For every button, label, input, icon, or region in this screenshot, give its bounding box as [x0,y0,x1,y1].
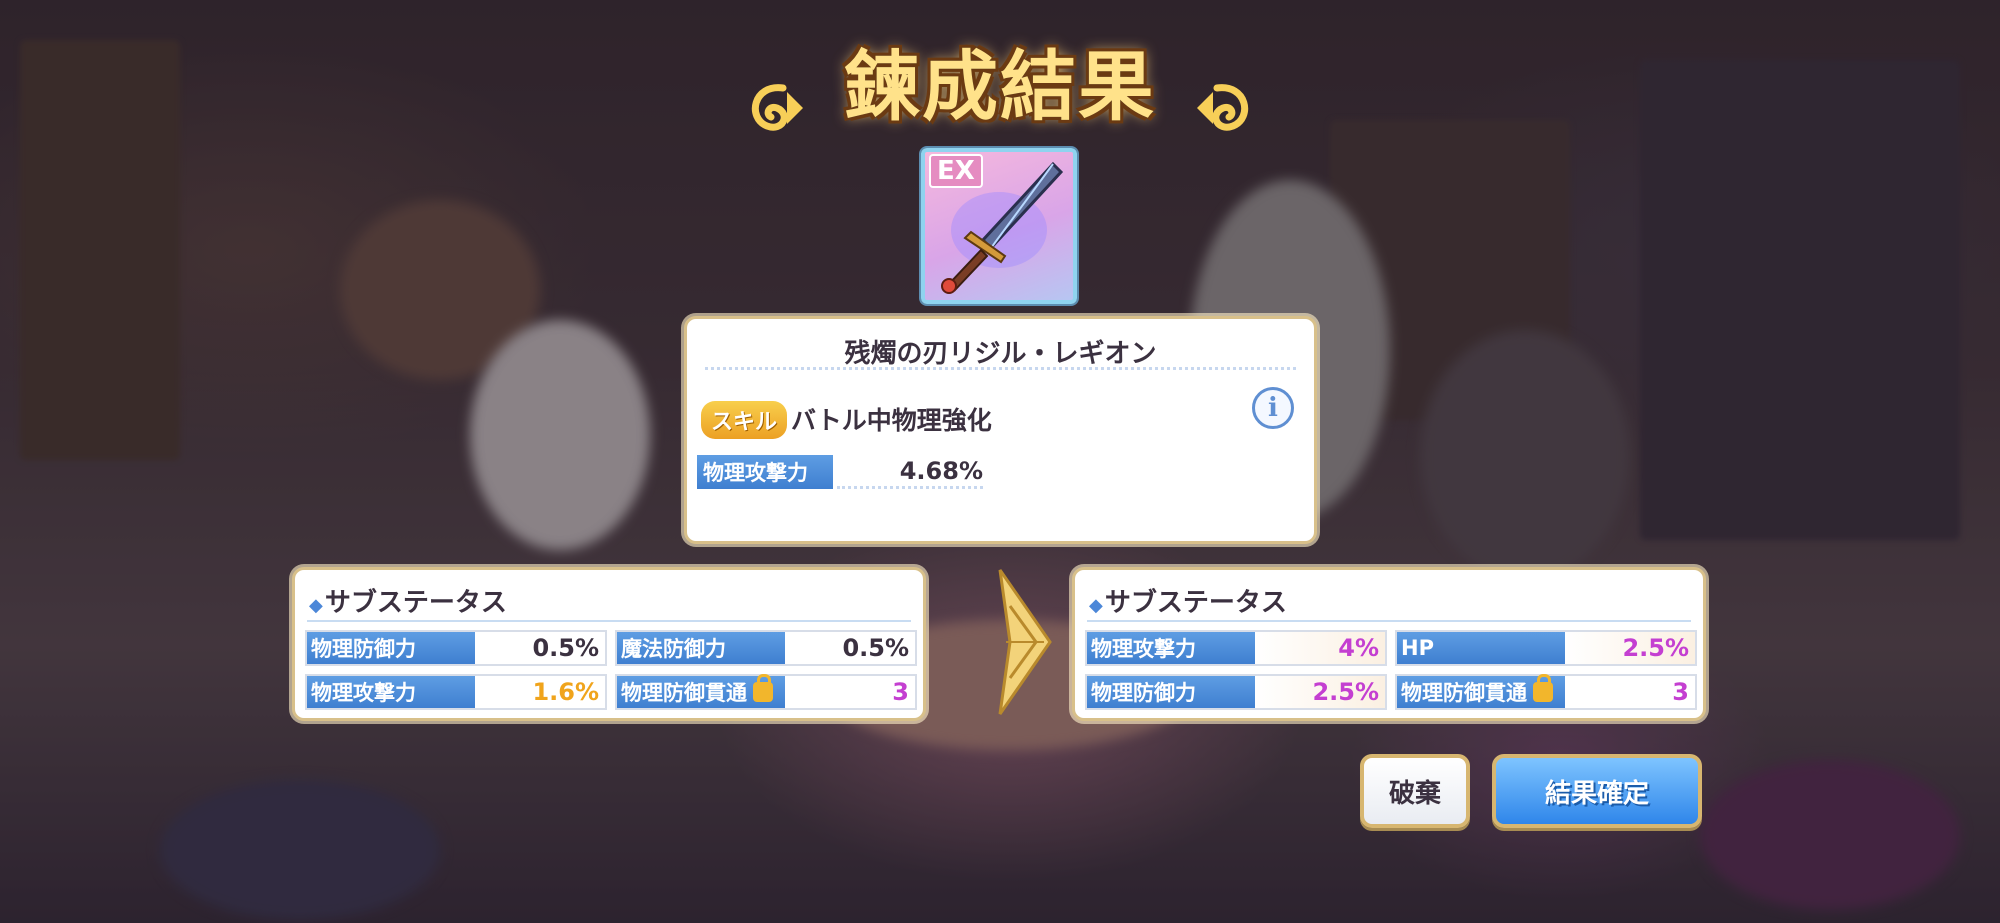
stat-row: 物理防御力 0.5% [305,630,607,666]
main-stat-value: 4.68% [837,455,983,489]
stat-value: 3 [892,678,909,706]
stat-label: 物理攻撃力 [307,676,475,708]
stat-label: 物理防御貫通 [617,674,785,708]
sub-status-heading: ◆サブステータス [1089,588,1287,618]
equipment-name: 残燭の刃リジル・レギオン [844,339,1157,369]
ornament-left-icon [751,84,803,131]
stat-value: 0.5% [842,634,909,662]
stat-row: 魔法防御力 0.5% [615,630,917,666]
stat-value: 3 [1672,678,1689,706]
stat-row: 物理防御力 2.5% [1085,674,1387,710]
stat-label: 魔法防御力 [617,632,785,664]
title-text: 鍊成結果 [844,42,1156,131]
result-title: 鍊成結果 [745,30,1255,131]
stat-row: HP 2.5% [1395,630,1697,666]
skill-name: バトル中物理強化 [791,406,992,435]
main-stat-label: 物理攻撃力 [697,455,833,489]
discard-button[interactable]: 破棄 [1360,754,1470,828]
stat-label: 物理防御貫通 [1397,674,1565,708]
sub-status-heading: ◆サブステータス [309,588,507,618]
diamond-icon: ◆ [309,595,323,616]
info-icon: i [1268,393,1278,423]
stat-row: 物理防御貫通 3 [615,674,917,710]
skill-badge: スキル [701,401,788,439]
stat-label: 物理防御力 [307,632,475,664]
stat-label: 物理攻撃力 [1087,632,1255,664]
stat-value: 2.5% [1312,678,1379,706]
stat-row: 物理防御貫通 3 [1395,674,1697,710]
stat-value: 4% [1338,634,1379,662]
sub-status-before-panel: ◆サブステータス 物理防御力 0.5% 魔法防御力 0.5% 物理攻撃力 1.6… [292,567,926,721]
stat-label: 物理防御力 [1087,676,1255,708]
lock-icon [753,674,773,702]
equipment-icon[interactable]: EX [921,148,1077,304]
ornament-right-icon [1197,84,1249,131]
sub-status-after-panel: ◆サブステータス 物理攻撃力 4% HP 2.5% 物理防御力 2.5% 物理防… [1072,567,1706,721]
rarity-tag: EX [929,154,983,188]
stat-value: 0.5% [532,634,599,662]
lock-icon [1533,674,1553,702]
confirm-result-button[interactable]: 結果確定 [1492,754,1702,828]
stat-value: 2.5% [1622,634,1689,662]
divider [705,367,1296,370]
info-button[interactable]: i [1252,387,1294,429]
arrow-right-icon [998,569,1052,715]
stat-label: HP [1397,632,1565,664]
equipment-detail-panel: 残燭の刃リジル・レギオン スキル バトル中物理強化 i 物理攻撃力 4.68% [684,316,1317,544]
stat-row: 物理攻撃力 1.6% [305,674,607,710]
diamond-icon: ◆ [1089,595,1103,616]
stat-value: 1.6% [532,678,599,706]
stat-row: 物理攻撃力 4% [1085,630,1387,666]
